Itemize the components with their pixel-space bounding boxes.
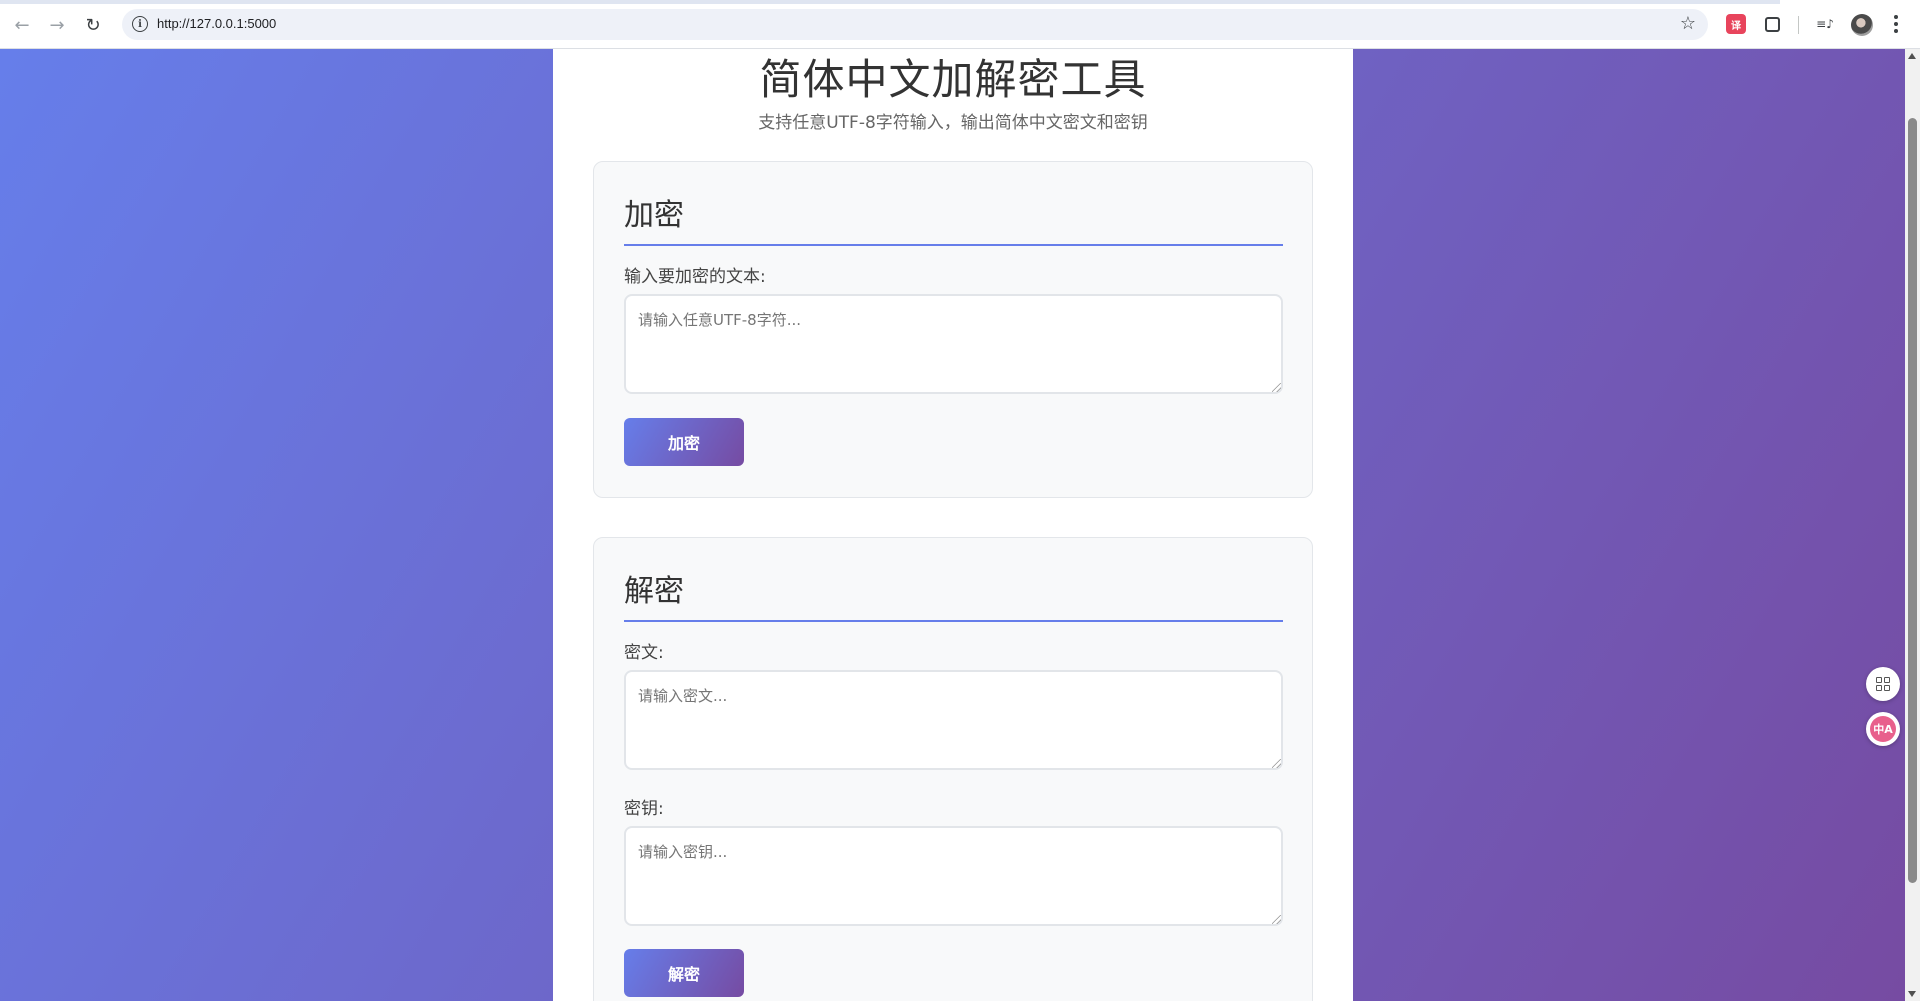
ciphertext-input[interactable]: 请输入密文... [624,670,1283,770]
ciphertext-label: 密文: [624,643,664,663]
scroll-up-arrow-icon[interactable] [1908,53,1916,59]
decrypt-section: 解密 密文: 请输入密文... 密钥: 请输入密钥... 解密 [593,537,1313,1001]
decrypt-heading: 解密 [624,566,1283,622]
side-apps-button[interactable] [1866,667,1900,701]
key-input[interactable]: 请输入密钥... [624,826,1283,926]
translate-extension-icon[interactable]: 译 [1726,14,1746,34]
scrollbar-thumb[interactable] [1908,118,1917,883]
toolbar-divider [1798,16,1799,34]
extensions-puzzle-icon[interactable] [1762,14,1782,34]
apps-grid-icon [1876,677,1890,691]
ciphertext-resize-grip[interactable] [1272,759,1281,768]
page-subtitle: 支持任意UTF-8字符输入，输出简体中文密文和密钥 [758,113,1148,133]
reload-icon[interactable]: ↻ [80,12,106,38]
forward-icon[interactable]: → [44,12,70,38]
page-viewport: 简体中文加解密工具 支持任意UTF-8字符输入，输出简体中文密文和密钥 加密 输… [0,49,1905,1001]
key-resize-grip[interactable] [1272,915,1281,924]
encrypt-resize-grip[interactable] [1272,383,1281,392]
page-title: 简体中文加解密工具 [759,55,1147,104]
side-translate-button[interactable]: 中A [1866,712,1900,746]
bookmark-star-icon[interactable]: ☆ [1680,13,1696,34]
media-controls-icon[interactable]: ≡♪ [1815,14,1835,34]
site-info-icon[interactable]: i [132,16,148,32]
profile-avatar[interactable] [1851,14,1873,36]
scroll-down-arrow-icon[interactable] [1908,991,1916,997]
tab-strip-edge [0,0,1780,4]
decrypt-button[interactable]: 解密 [624,949,744,997]
main-container: 简体中文加解密工具 支持任意UTF-8字符输入，输出简体中文密文和密钥 加密 输… [553,49,1353,1001]
browser-toolbar: ← → ↻ i http://127.0.0.1:5000 ☆ 译 ≡♪ [0,0,1920,49]
translate-icon: 中A [1870,716,1896,742]
key-label: 密钥: [624,799,664,819]
url-text[interactable]: http://127.0.0.1:5000 [157,16,276,31]
encrypt-heading: 加密 [624,190,1283,246]
encrypt-input-label: 输入要加密的文本: [624,267,766,287]
back-icon[interactable]: ← [9,12,35,38]
encrypt-section: 加密 输入要加密的文本: 请输入任意UTF-8字符... 加密 [593,161,1313,498]
encrypt-button[interactable]: 加密 [624,418,744,466]
page-scrollbar[interactable] [1905,49,1920,1001]
address-bar[interactable]: i http://127.0.0.1:5000 ☆ [122,9,1708,40]
encrypt-input[interactable]: 请输入任意UTF-8字符... [624,294,1283,394]
browser-menu-icon[interactable] [1893,13,1899,35]
